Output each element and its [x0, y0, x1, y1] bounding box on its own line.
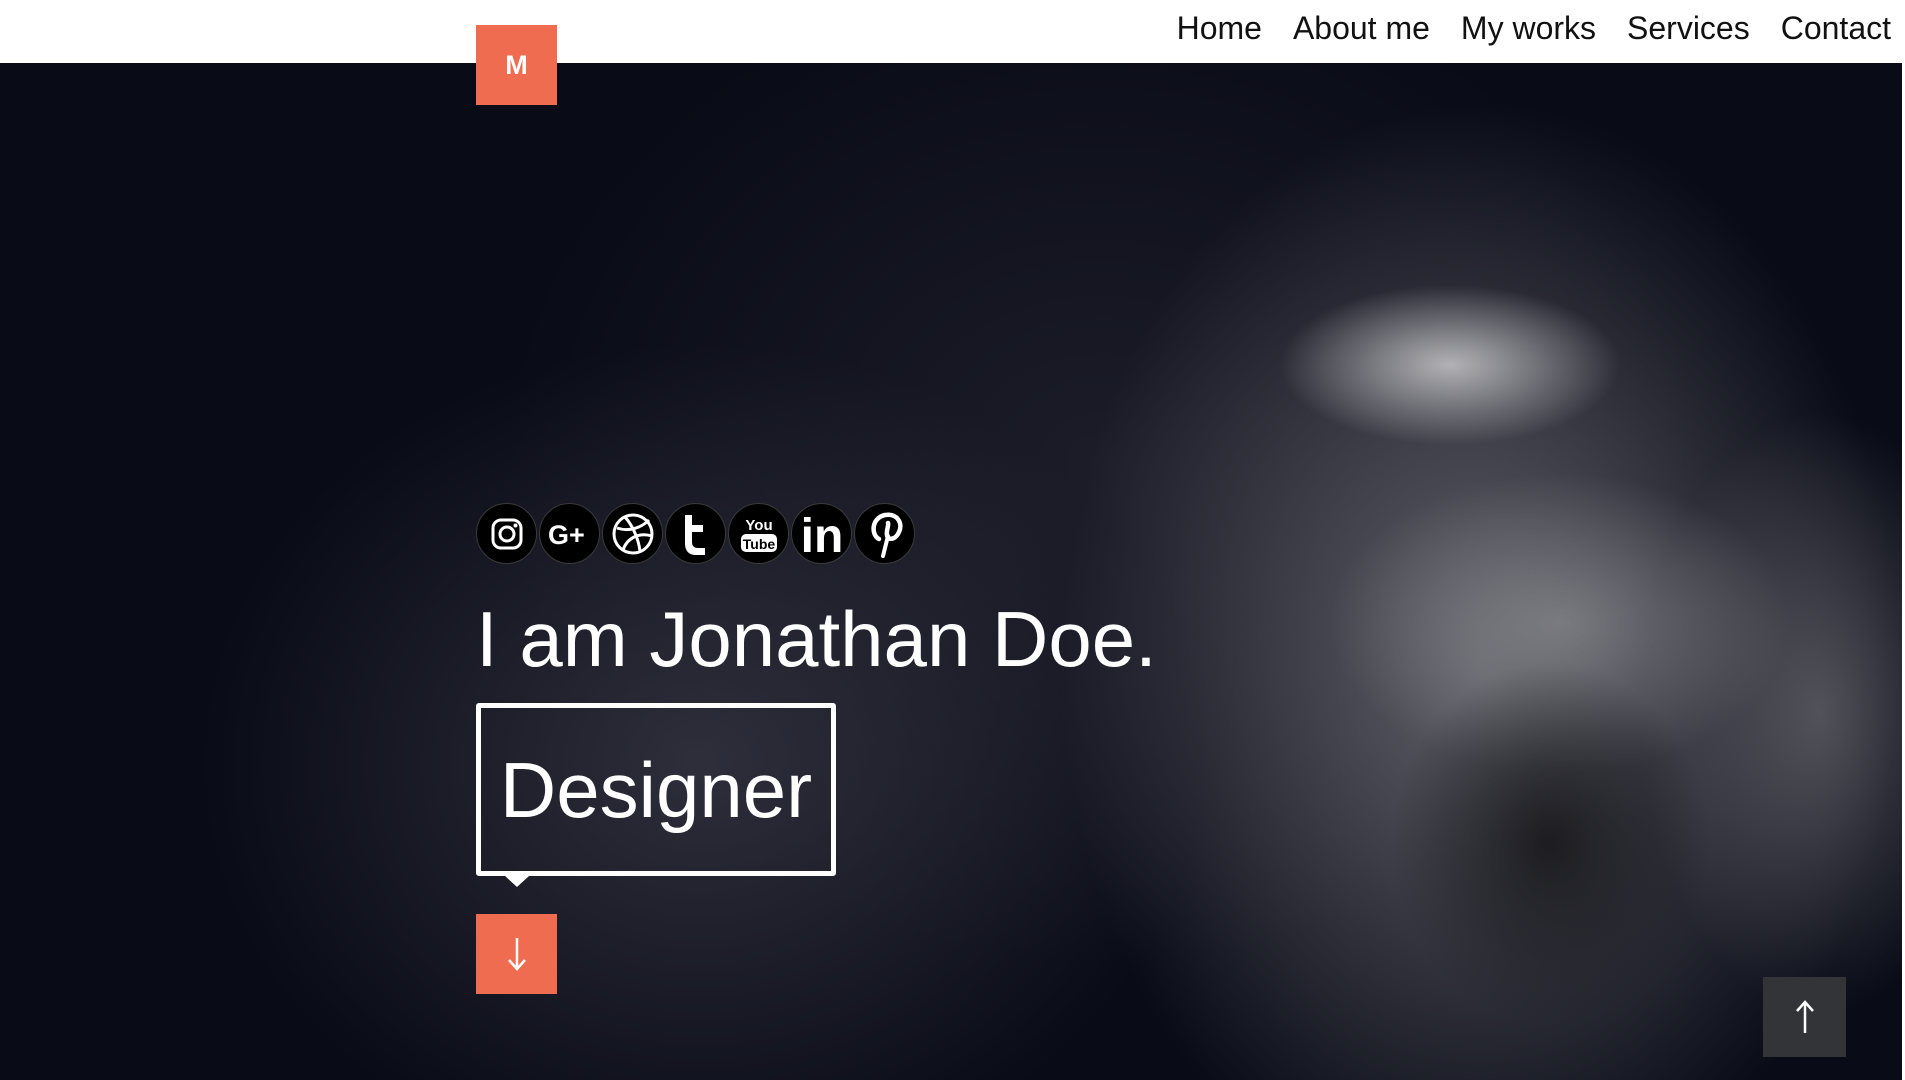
nav-link-services[interactable]: Services: [1627, 10, 1750, 47]
back-to-top-button[interactable]: [1763, 977, 1846, 1057]
google-plus-link[interactable]: G+: [539, 503, 600, 564]
nav-link-contact[interactable]: Contact: [1781, 10, 1891, 47]
hero-headline: I am Jonathan Doe.: [476, 595, 1157, 683]
pinterest-icon: [870, 512, 903, 558]
nav-link-about-me[interactable]: About me: [1293, 10, 1430, 47]
social-links: G+ You Tube in: [476, 503, 915, 564]
logo-letter: M: [505, 49, 528, 80]
nav-link-home[interactable]: Home: [1177, 10, 1262, 47]
nav-link-my-works[interactable]: My works: [1461, 10, 1596, 47]
hero-section: [0, 63, 1905, 1080]
linkedin-icon: in: [800, 510, 843, 558]
role-box: Designer: [476, 703, 836, 887]
scroll-down-button[interactable]: [476, 914, 557, 994]
dribbble-link[interactable]: [602, 503, 663, 564]
top-navbar: Home About me My works Services Contact: [0, 0, 1905, 63]
arrow-down-icon: [507, 938, 526, 971]
linkedin-link[interactable]: in: [791, 503, 852, 564]
google-plus-icon: G+: [548, 520, 585, 550]
role-box-pointer: [505, 876, 529, 887]
youtube-text-bottom: Tube: [742, 536, 775, 552]
google-plus-text: G+: [548, 520, 585, 550]
main-nav: Home About me My works Services Contact: [1177, 0, 1891, 56]
youtube-link[interactable]: You Tube: [728, 503, 789, 564]
youtube-text-top: You: [745, 517, 772, 534]
tumblr-icon: [684, 514, 705, 555]
role-text: Designer: [499, 745, 813, 834]
youtube-icon: You Tube: [740, 517, 777, 552]
linkedin-text: in: [800, 510, 843, 558]
site-logo[interactable]: M: [476, 25, 557, 105]
dribbble-icon: [612, 513, 653, 554]
instagram-icon: [491, 518, 522, 549]
tumblr-link[interactable]: [665, 503, 726, 564]
arrow-up-icon: [1795, 1000, 1814, 1033]
pinterest-link[interactable]: [854, 503, 915, 564]
instagram-link[interactable]: [476, 503, 537, 564]
